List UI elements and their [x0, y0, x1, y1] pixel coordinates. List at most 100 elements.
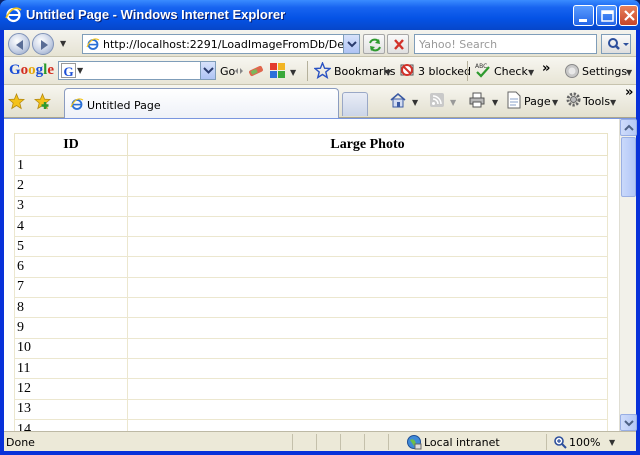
table-row: 9: [14, 317, 608, 339]
popup-blocker-icon: [400, 64, 414, 76]
star-icon: [314, 62, 331, 79]
cell-large-photo: [127, 154, 608, 177]
status-bar: Done Local intranet 100% ▼: [4, 431, 636, 451]
google-search-input[interactable]: G ▼: [58, 61, 216, 80]
chevron-down-icon: [347, 41, 357, 48]
google-g-icon[interactable]: G: [61, 63, 76, 79]
column-header-id: ID: [14, 133, 128, 156]
address-field[interactable]: http://localhost:2291/LoadImageFromDb/De…: [82, 34, 360, 54]
tab-title: Untitled Page: [87, 99, 161, 112]
search-icon: [608, 38, 629, 50]
chevron-up-icon: [624, 124, 634, 131]
stop-icon: [394, 39, 404, 50]
spellcheck-dropdown-icon[interactable]: ▼: [528, 68, 534, 77]
favorites-star-icon[interactable]: [8, 93, 25, 110]
close-button[interactable]: [619, 5, 638, 26]
table-row: 8: [14, 297, 608, 319]
cell-id: 4: [14, 215, 128, 238]
forward-button[interactable]: [32, 33, 54, 55]
print-icon[interactable]: [468, 91, 486, 109]
google-logo[interactable]: Google: [9, 62, 54, 79]
vertical-scrollbar[interactable]: [619, 119, 637, 432]
cell-id: 3: [14, 195, 128, 217]
zoom-dropdown-icon[interactable]: ▼: [609, 438, 615, 447]
zoom-level[interactable]: 100%: [569, 436, 600, 449]
tools-dropdown-icon[interactable]: ▼: [610, 98, 616, 107]
page-dropdown-icon[interactable]: ▼: [552, 98, 558, 107]
browser-window: Untitled Page - Windows Internet Explore…: [0, 0, 640, 455]
feeds-dropdown-icon[interactable]: ▼: [450, 98, 456, 107]
history-dropdown-icon[interactable]: ▼: [60, 39, 66, 48]
status-divider: [340, 434, 341, 450]
grid-header-row: ID Large Photo: [14, 133, 608, 156]
cell-id: 7: [14, 276, 128, 299]
bookmarks-dropdown-icon[interactable]: ▼: [385, 68, 391, 77]
scroll-down-button[interactable]: [620, 414, 637, 431]
cell-large-photo: [127, 378, 608, 400]
back-button[interactable]: [8, 33, 30, 55]
cell-id: 12: [14, 378, 128, 400]
search-placeholder: Yahoo! Search: [419, 38, 498, 51]
forward-arrow-icon: [41, 40, 48, 50]
tools-menu-button[interactable]: Tools: [583, 95, 610, 108]
content-viewport: ID Large Photo 1 2 3 4 5 6 7 8 9 10 11 1…: [4, 119, 616, 432]
google-history-dropdown[interactable]: [200, 62, 215, 79]
feeds-icon[interactable]: [429, 92, 445, 108]
new-tab-button[interactable]: [342, 92, 368, 116]
table-row: 10: [14, 337, 608, 359]
maximize-button[interactable]: [596, 5, 617, 26]
cell-id: 10: [14, 337, 128, 359]
page-ie-icon: [86, 38, 100, 50]
pagerank-icon[interactable]: [247, 62, 265, 80]
tab-ie-icon: [70, 98, 84, 110]
spellcheck-button[interactable]: Check: [494, 65, 528, 78]
address-dropdown-button[interactable]: [343, 35, 359, 53]
page-content: ID Large Photo 1 2 3 4 5 6 7 8 9 10 11 1…: [4, 118, 637, 432]
table-row: 4: [14, 215, 608, 238]
scroll-thumb[interactable]: [621, 137, 636, 197]
address-toolbar: ▼ http://localhost:2291/LoadImageFromDb/…: [4, 30, 636, 57]
cell-large-photo: [127, 195, 608, 217]
home-icon[interactable]: [389, 91, 407, 109]
table-row: 3: [14, 195, 608, 217]
table-row: 1: [14, 154, 608, 177]
table-row: 6: [14, 256, 608, 278]
minimize-button[interactable]: [573, 5, 594, 26]
refresh-icon: [369, 38, 381, 52]
chevron-down-icon: [203, 67, 214, 74]
cell-id: 6: [14, 256, 128, 278]
settings-dropdown-icon[interactable]: ▼: [626, 68, 632, 77]
cell-id: 9: [14, 317, 128, 339]
search-button[interactable]: [601, 34, 631, 54]
cell-large-photo: [127, 215, 608, 238]
cell-id: 5: [14, 236, 128, 258]
search-input[interactable]: Yahoo! Search: [414, 34, 597, 54]
news-icon[interactable]: [269, 62, 287, 80]
spellcheck-icon: ABC: [475, 63, 490, 78]
page-menu-button[interactable]: Page: [524, 95, 551, 108]
browser-chrome: ▼ http://localhost:2291/LoadImageFromDb/…: [4, 30, 636, 118]
address-url: http://localhost:2291/LoadImageFromDb/De…: [103, 38, 343, 51]
globe-icon: [407, 435, 422, 450]
add-favorites-icon[interactable]: [34, 93, 51, 110]
cell-large-photo: [127, 297, 608, 319]
minimize-icon: [579, 19, 587, 22]
table-row: 12: [14, 378, 608, 400]
popup-blocker-count[interactable]: 3 blocked: [418, 65, 471, 78]
settings-button[interactable]: Settings: [582, 65, 627, 78]
title-bar[interactable]: Untitled Page - Windows Internet Explore…: [0, 0, 640, 30]
table-row: 7: [14, 276, 608, 299]
scroll-up-button[interactable]: [620, 119, 637, 136]
home-dropdown-icon[interactable]: ▼: [412, 98, 418, 107]
security-zone[interactable]: Local intranet: [424, 436, 500, 449]
stop-button[interactable]: [387, 34, 409, 54]
google-menu-dropdown-icon[interactable]: ▼: [77, 66, 83, 75]
google-go-button[interactable]: Go: [220, 65, 235, 78]
refresh-button[interactable]: [363, 34, 385, 54]
print-dropdown-icon[interactable]: ▼: [492, 98, 498, 107]
command-overflow-chevron[interactable]: »: [625, 85, 633, 100]
tab-untitled-page[interactable]: Untitled Page: [64, 88, 339, 118]
toolbar-overflow-chevron[interactable]: »: [542, 61, 550, 76]
tab-command-bar: Untitled Page ▼ ▼ ▼ Page ▼ Tools ▼ »: [4, 85, 636, 118]
news-dropdown-icon[interactable]: ▼: [290, 68, 296, 77]
